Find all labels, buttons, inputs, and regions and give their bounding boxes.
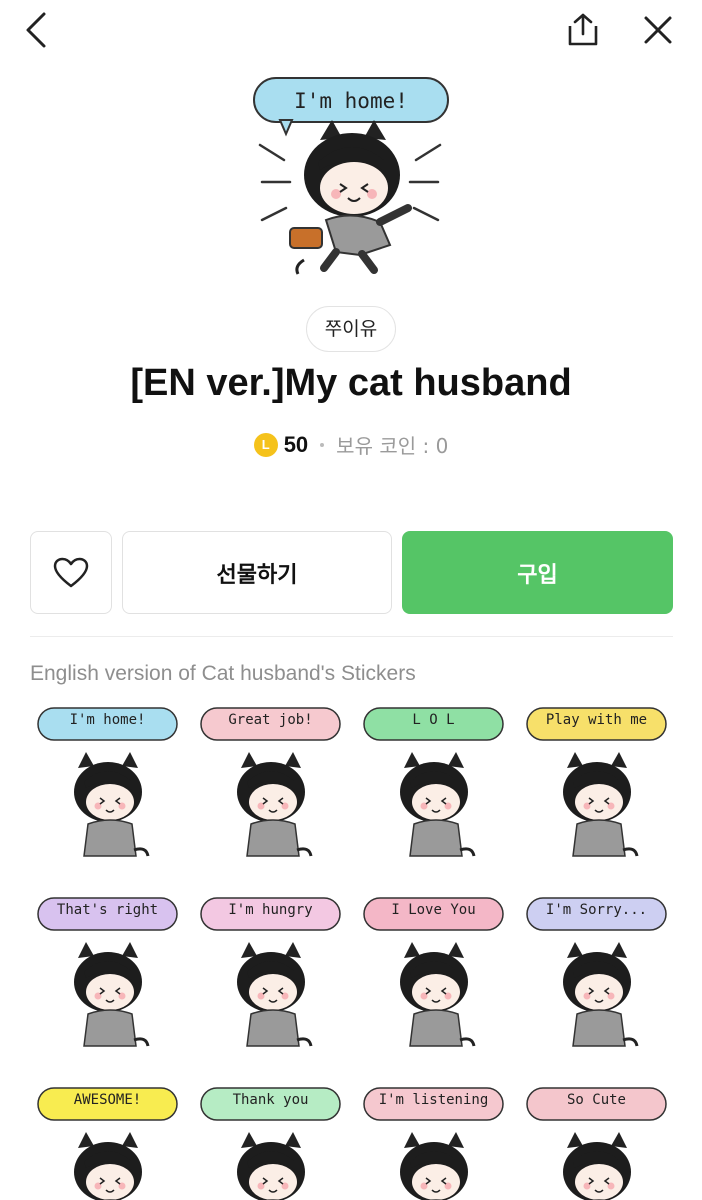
top-bar: [0, 0, 702, 64]
coin-icon: L: [253, 432, 278, 457]
share-icon: [568, 13, 598, 46]
sticker-grid: I'm home! Great job! L O L Play with me …: [30, 700, 673, 1200]
author-row: 쭈이유: [0, 306, 702, 352]
cat-character-icon: [363, 897, 504, 1047]
cat-character-icon: [200, 897, 341, 1047]
cat-character-icon: [37, 897, 178, 1047]
sticker-item[interactable]: I'm hungry: [193, 890, 348, 1058]
sticker-item[interactable]: Play with me: [519, 700, 674, 868]
page-title: [EN ver.]My cat husband: [130, 362, 572, 404]
author-chip[interactable]: 쭈이유: [305, 306, 397, 352]
cat-character-icon: [363, 1087, 504, 1200]
sticker-item[interactable]: So Cute: [519, 1080, 674, 1200]
main-sticker-image[interactable]: I'm home!: [240, 70, 462, 280]
sticker-item[interactable]: Thank you: [193, 1080, 348, 1200]
price-row: L 50 보유 코인 : 0: [0, 430, 702, 459]
owned-coins: 보유 코인 : 0: [336, 434, 449, 458]
buy-button[interactable]: 구입: [402, 531, 673, 614]
cat-character-icon: [526, 1087, 667, 1200]
cat-character-icon: [200, 1087, 341, 1200]
action-bar: 선물하기 구입: [30, 531, 673, 614]
sticker-item[interactable]: Great job!: [193, 700, 348, 868]
cat-character-icon: [526, 707, 667, 857]
gift-button[interactable]: 선물하기: [122, 531, 392, 614]
cat-character-icon: [526, 897, 667, 1047]
close-icon: [644, 16, 672, 44]
back-button[interactable]: [14, 8, 58, 52]
share-button[interactable]: [561, 8, 605, 52]
cat-character-icon: [37, 707, 178, 857]
cat-character-icon: [37, 1087, 178, 1200]
sticker-item[interactable]: L O L: [356, 700, 511, 868]
sticker-description: English version of Cat husband's Sticker…: [30, 662, 416, 685]
cat-husband-illustration: I'm home!: [253, 77, 449, 275]
heart-outline-icon: [53, 557, 89, 587]
cat-character-icon: [363, 707, 504, 857]
sticker-item[interactable]: I'm Sorry...: [519, 890, 674, 1058]
sticker-item[interactable]: I'm home!: [30, 700, 185, 868]
divider: [30, 636, 673, 637]
cat-character-icon: [200, 707, 341, 857]
close-button[interactable]: [636, 8, 680, 52]
separator-dot: [320, 442, 325, 447]
like-button[interactable]: [30, 531, 112, 614]
price-amount: 50: [283, 431, 309, 457]
hero-bubble-text: I'm home!: [294, 89, 408, 113]
sticker-item[interactable]: I'm listening: [356, 1080, 511, 1200]
sticker-item[interactable]: AWESOME!: [30, 1080, 185, 1200]
chevron-left-icon: [26, 12, 46, 48]
sticker-item[interactable]: I Love You: [356, 890, 511, 1058]
sticker-item[interactable]: That's right: [30, 890, 185, 1058]
